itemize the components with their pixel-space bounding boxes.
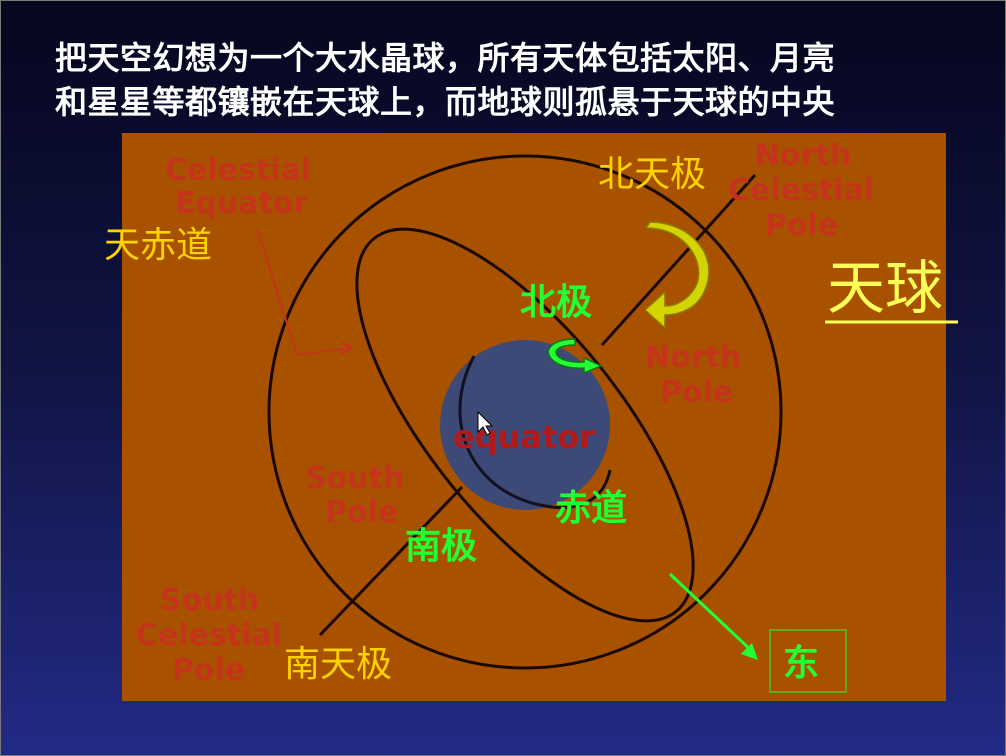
label-south-celestial-pole-2: Celestial	[136, 618, 282, 653]
label-south-celestial-pole-1: South	[160, 583, 259, 618]
label-cn-east: 东	[783, 643, 819, 684]
label-north-celestial-pole-3: Pole	[765, 208, 838, 243]
east-arrow-head	[741, 643, 758, 660]
label-south-pole-1: South	[305, 461, 404, 496]
label-north-pole-1: North	[645, 340, 741, 375]
label-cn-celestial-sphere: 天球	[827, 254, 943, 322]
label-cn-equator: 赤道	[555, 488, 627, 529]
label-south-celestial-pole-3: Pole	[172, 653, 245, 688]
label-celestial-equator-2: Equator	[175, 186, 309, 221]
label-earth-equator: equator	[453, 418, 595, 456]
label-celestial-equator-1: Celestial	[165, 153, 311, 188]
celestial-equator-pointer	[256, 227, 351, 357]
label-cn-celestial-equator: 天赤道	[104, 225, 212, 266]
label-north-pole-2: Pole	[660, 375, 733, 410]
label-south-pole-2: Pole	[325, 495, 398, 530]
label-north-celestial-pole-1: North	[755, 138, 851, 173]
diagram-overlay: Celestial Equator North Celestial Pole N…	[104, 138, 958, 693]
label-cn-south-pole: 南极	[405, 526, 477, 567]
label-cn-south-celestial-pole: 南天极	[284, 644, 392, 685]
label-cn-north-celestial-pole: 北天极	[598, 154, 706, 195]
label-north-celestial-pole-2: Celestial	[728, 173, 874, 208]
label-cn-north-pole: 北极	[520, 282, 592, 323]
